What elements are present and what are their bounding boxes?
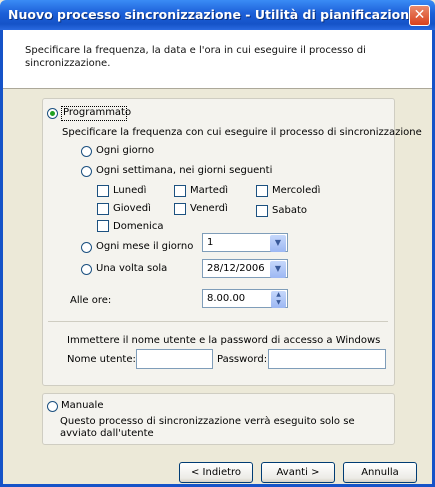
- sunday-label: Domenica: [113, 221, 164, 232]
- username-label: Nome utente:: [67, 354, 136, 365]
- header-description: Specificare la frequenza, la data e l'or…: [25, 45, 366, 69]
- next-button[interactable]: Avanti >: [261, 462, 335, 483]
- monthly-label: Ogni mese il giorno: [96, 241, 194, 252]
- cancel-button[interactable]: Annulla: [343, 462, 417, 483]
- password-label: Password:: [217, 354, 268, 365]
- once-date-value: 28/12/2006: [207, 263, 265, 274]
- time-spinner[interactable]: 8.00.00 ▲ ▼: [202, 289, 288, 308]
- time-label: Alle ore:: [70, 295, 112, 306]
- sunday-checkbox[interactable]: [97, 220, 109, 232]
- monthly-day-value: 1: [207, 237, 214, 248]
- monthly-radio[interactable]: [81, 242, 92, 253]
- once-radio[interactable]: [81, 264, 92, 275]
- daily-radio[interactable]: [81, 146, 92, 157]
- manual-radio-label: Manuale: [61, 400, 104, 411]
- once-date-picker[interactable]: 28/12/2006 ▼: [202, 259, 288, 278]
- manual-description: Questo processo di sincronizzazione verr…: [60, 416, 355, 439]
- monthly-day-select[interactable]: 1 ▼: [202, 233, 288, 252]
- window-title: Nuovo processo sincronizzazione - Utilit…: [8, 7, 418, 22]
- weekly-radio[interactable]: [81, 166, 92, 177]
- saturday-checkbox[interactable]: [256, 205, 268, 217]
- thursday-checkbox[interactable]: [97, 203, 109, 215]
- password-input[interactable]: [268, 349, 386, 369]
- manual-radio[interactable]: [47, 401, 58, 412]
- dialog-body: Specificare la frequenza, la data e l'or…: [0, 30, 435, 487]
- credentials-prompt: Immettere il nome utente e la password d…: [67, 335, 381, 346]
- wednesday-checkbox[interactable]: [256, 185, 268, 197]
- username-input[interactable]: [136, 349, 213, 369]
- monday-checkbox[interactable]: [97, 185, 109, 197]
- time-value: 8.00.00: [207, 293, 246, 304]
- weekly-label: Ogni settimana, nei giorni seguenti: [96, 165, 273, 176]
- tuesday-label: Martedì: [190, 185, 229, 196]
- scheduled-radio[interactable]: [47, 108, 58, 119]
- title-bar[interactable]: Nuovo processo sincronizzazione - Utilit…: [0, 0, 435, 30]
- chevron-down-icon[interactable]: ▼: [270, 235, 286, 252]
- wednesday-label: Mercoledì: [272, 185, 321, 196]
- friday-checkbox[interactable]: [174, 203, 186, 215]
- once-label: Una volta sola: [96, 263, 168, 274]
- frequency-prompt: Specificare la frequenza con cui eseguir…: [62, 127, 422, 138]
- saturday-label: Sabato: [272, 205, 307, 216]
- friday-label: Venerdì: [190, 203, 228, 214]
- daily-label: Ogni giorno: [96, 145, 155, 156]
- tuesday-checkbox[interactable]: [174, 185, 186, 197]
- chevron-down-icon[interactable]: ▼: [270, 261, 286, 278]
- back-button[interactable]: < Indietro: [179, 462, 253, 483]
- group-separator: [48, 321, 388, 322]
- monday-label: Lunedì: [113, 185, 147, 196]
- header-area: Specificare la frequenza, la data e l'or…: [3, 30, 432, 89]
- scheduled-radio-label: Programmato: [63, 107, 132, 118]
- up-down-arrows-icon[interactable]: ▲ ▼: [271, 291, 286, 308]
- thursday-label: Giovedì: [113, 203, 151, 214]
- close-icon[interactable]: ✕: [409, 5, 430, 26]
